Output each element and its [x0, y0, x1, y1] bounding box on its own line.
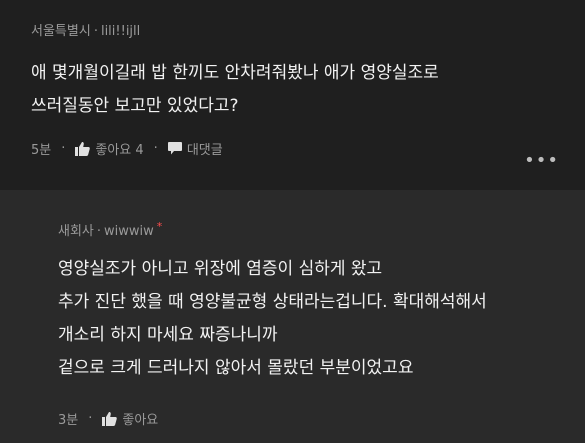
comment-handle[interactable]: lili!!ijll — [101, 24, 140, 39]
more-options-button[interactable]: ••• — [524, 150, 559, 171]
reply-handle[interactable]: wiwwiw — [104, 224, 154, 239]
reply-like-button[interactable]: 좋아요 — [102, 409, 158, 428]
comment-thread: 서울특별시 · lili!!ijll 애 몇개월이길래 밥 한끼도 안차려줘봤나 애… — [0, 0, 585, 443]
comment-line: 쓰러질동안 보고만 있었다고? — [31, 96, 239, 116]
separator-dot: · — [93, 24, 98, 39]
reply-time: 3분 — [58, 413, 79, 428]
reply-button[interactable]: 대댓글 — [167, 139, 223, 158]
reply-author[interactable]: 새회사 — [58, 224, 94, 239]
comment-author[interactable]: 서울특별시 — [31, 24, 91, 39]
reply-actions: 3분 · 좋아요 — [58, 409, 158, 428]
thumbs-up-icon — [102, 411, 118, 426]
separator-dot: · — [88, 411, 93, 426]
speech-bubble-icon — [167, 142, 182, 155]
reply-card: 새회사 · wiwwiw * 영양실조가 아니고 위장에 염증이 심하게 왔고 추가 … — [0, 190, 585, 443]
thumbs-up-icon — [75, 141, 91, 156]
separator-dot: · — [61, 141, 66, 156]
reply-line: 겉으로 크게 드러나지 않아서 몰랐던 부분이었고요 — [58, 358, 414, 378]
reply-line: 개소리 하지 마세요 짜증나니까 — [58, 325, 278, 345]
reply-author-line: 새회사 · wiwwiw * — [58, 220, 162, 239]
reply-label: 대댓글 — [186, 143, 223, 158]
like-button[interactable]: 좋아요 4 — [75, 139, 144, 158]
reply-like-label: 좋아요 — [122, 413, 159, 428]
comment-body: 애 몇개월이길래 밥 한끼도 안차려줘봤나 애가 영양실조로 쓰러질동안 보고만… — [31, 57, 439, 123]
separator-dot: · — [96, 224, 102, 239]
comment-author-line: 서울특별시 · lili!!ijll — [31, 20, 140, 39]
comment-actions: 5분 · 좋아요 4 · 대댓글 — [31, 139, 223, 158]
separator-dot: · — [153, 141, 158, 156]
reply-line: 추가 진단 했을 때 영양불균형 상태라는겁니다. 확대해석해서 — [58, 292, 487, 312]
comment-card: 서울특별시 · lili!!ijll 애 몇개월이길래 밥 한끼도 안차려줘봤나 애… — [0, 0, 585, 190]
comment-time: 5분 — [31, 143, 52, 158]
comment-line: 애 몇개월이길래 밥 한끼도 안차려줘봤나 애가 영양실조로 — [31, 63, 439, 83]
reply-line: 영양실조가 아니고 위장에 염증이 심하게 왔고 — [58, 259, 383, 279]
reply-body: 영양실조가 아니고 위장에 염증이 심하게 왔고 추가 진단 했을 때 영양불균… — [58, 253, 487, 385]
like-count-label: 좋아요 4 — [95, 143, 144, 158]
author-badge: * — [156, 220, 163, 233]
